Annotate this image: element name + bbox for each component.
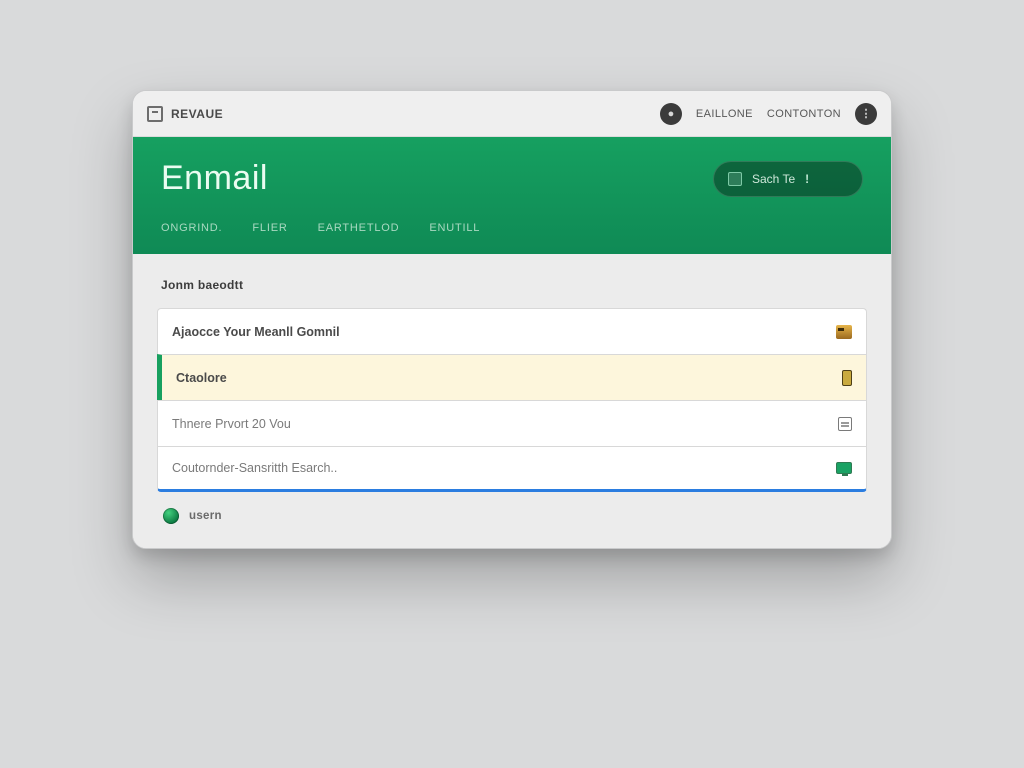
monitor-icon: [836, 462, 852, 474]
message-subject: Ajaocce Your Meanll Gomnil: [172, 325, 340, 339]
tab-1[interactable]: Flier: [252, 222, 287, 240]
list-item[interactable]: Coutornder-Sansritth Esarch..: [157, 446, 867, 492]
message-subject: Ctaolore: [176, 371, 227, 385]
app-name-label: Revaue: [171, 107, 223, 121]
app-menu-icon[interactable]: [147, 106, 163, 122]
section-heading: Jonm baeodtt: [161, 278, 867, 292]
tab-0[interactable]: Ongrind.: [161, 222, 222, 240]
titlebar-link-2[interactable]: Contonton: [767, 108, 841, 120]
header-banner: Enmail Sach Te ! Ongrind. Flier Earthetl…: [133, 137, 891, 254]
page-title: Enmail: [161, 159, 268, 198]
message-subject: Thnere Prvort 20 Vou: [172, 417, 291, 431]
content-area: Jonm baeodtt Ajaocce Your Meanll Gomnil …: [133, 254, 891, 548]
message-subject: Coutornder-Sansritth Esarch..: [172, 461, 337, 475]
message-list: Ajaocce Your Meanll Gomnil Ctaolore Thne…: [157, 308, 867, 492]
app-window: Revaue ● Eaillone Contonton ⋮ Enmail Sac…: [132, 90, 892, 549]
search-button[interactable]: Sach Te !: [713, 161, 863, 197]
list-item[interactable]: Ctaolore: [157, 354, 867, 400]
overflow-menu-button[interactable]: ⋮: [855, 103, 877, 125]
header-tabs: Ongrind. Flier Earthetlod Enutill: [161, 222, 863, 240]
titlebar-link-1[interactable]: Eaillone: [696, 108, 753, 120]
list-item[interactable]: Thnere Prvort 20 Vou: [157, 400, 867, 446]
status-online-icon: [163, 508, 179, 524]
attachment-icon: [842, 370, 852, 386]
search-alert-icon: !: [805, 172, 809, 186]
search-label: Sach Te: [752, 172, 795, 186]
list-item[interactable]: Ajaocce Your Meanll Gomnil: [157, 308, 867, 354]
search-icon: [728, 172, 742, 186]
tab-2[interactable]: Earthetlod: [318, 222, 400, 240]
status-bar: usern: [157, 508, 867, 524]
tab-3[interactable]: Enutill: [429, 222, 480, 240]
document-icon: [838, 417, 852, 431]
status-label: usern: [189, 510, 222, 522]
titlebar-badge-icon[interactable]: ●: [660, 103, 682, 125]
titlebar: Revaue ● Eaillone Contonton ⋮: [133, 91, 891, 137]
card-icon: [836, 325, 852, 339]
